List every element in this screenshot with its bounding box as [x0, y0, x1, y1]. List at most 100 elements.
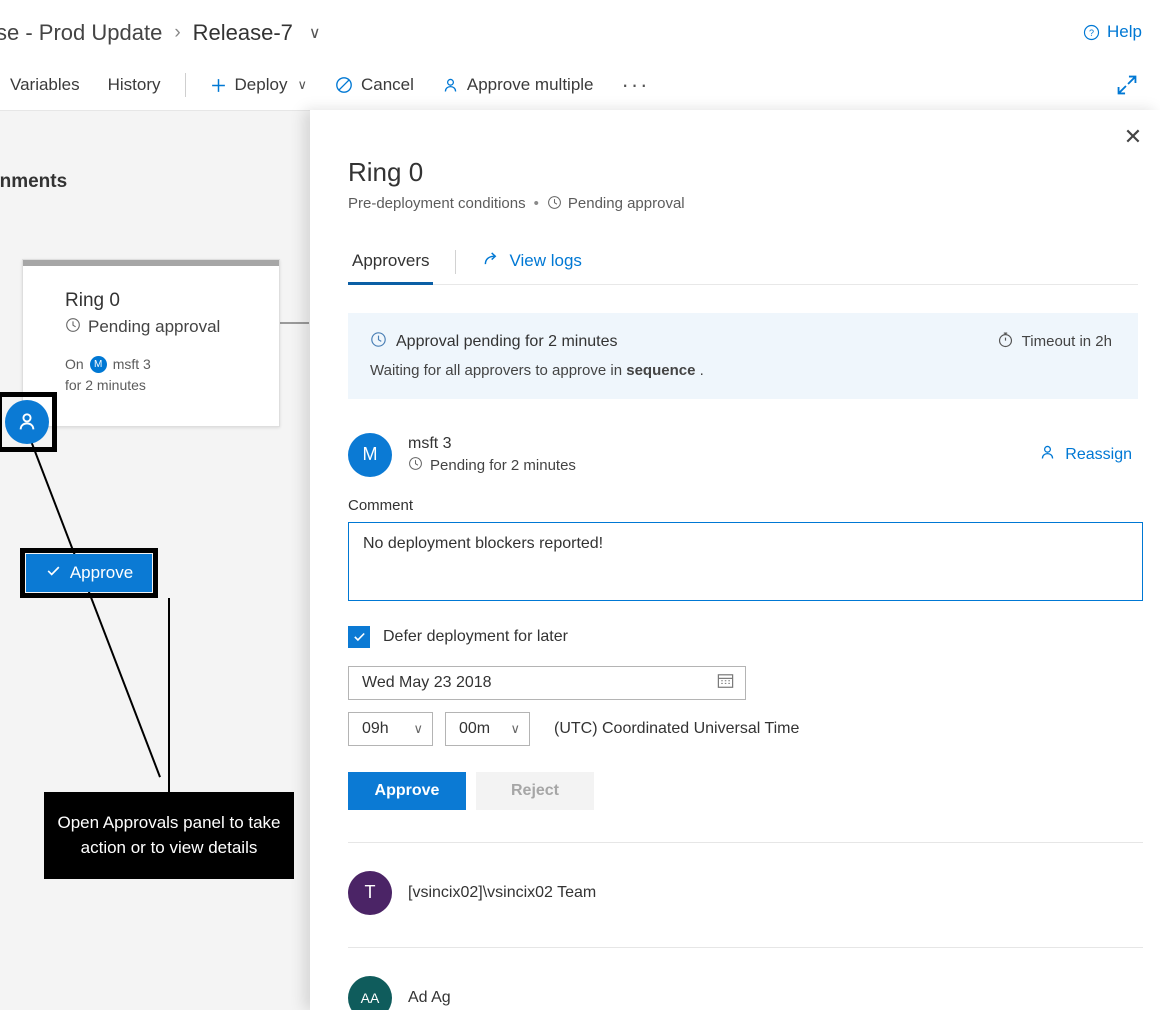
- annotation-callout: Open Approvals panel to take action or t…: [44, 792, 294, 879]
- timer-icon: [997, 331, 1014, 352]
- list-item[interactable]: AA Ad Ag: [348, 976, 1138, 1010]
- panel-tabs: Approvers View logs: [348, 242, 1138, 285]
- defer-deployment-row: Defer deployment for later: [348, 626, 1138, 648]
- tab-view-logs-label: View logs: [509, 251, 581, 271]
- comment-label: Comment: [348, 497, 1138, 514]
- reassign-label: Reassign: [1065, 446, 1132, 464]
- toolbar-label-cancel: Cancel: [361, 75, 414, 95]
- environment-card-ring-0[interactable]: Ring 0 Pending approval On M msft 3 for …: [22, 259, 280, 427]
- toolbar-divider: [185, 73, 186, 97]
- tab-view-logs[interactable]: View logs: [478, 242, 585, 284]
- clock-icon: [547, 195, 562, 212]
- approval-actions: Approve Reject: [348, 772, 1138, 810]
- reject-button[interactable]: Reject: [476, 772, 594, 810]
- defer-hour-value: 09h: [362, 720, 389, 738]
- svg-text:?: ?: [1089, 28, 1094, 38]
- breadcrumb-separator-icon: ›: [174, 22, 180, 44]
- clock-icon: [65, 317, 81, 338]
- approval-status-banner: Approval pending for 2 minutes Waiting f…: [348, 313, 1138, 399]
- stage-connector-line: [279, 322, 309, 324]
- person-icon: [442, 77, 459, 94]
- top-header: se - Prod Update › Release-7 ∨ ? Help: [0, 0, 1160, 60]
- help-button[interactable]: ? Help: [1083, 22, 1142, 42]
- approvers-divider: [348, 947, 1143, 948]
- toolbar-label-deploy: Deploy: [235, 75, 288, 95]
- question-circle-icon: ?: [1083, 24, 1100, 41]
- list-item[interactable]: T [vsincix02]\vsincix02 Team: [348, 871, 1138, 915]
- person-icon: [1039, 444, 1056, 466]
- defer-deployment-label: Defer deployment for later: [383, 628, 568, 646]
- chevron-down-icon[interactable]: ∨: [309, 23, 321, 43]
- avatar-initial: M: [363, 444, 378, 465]
- banner-headline: Approval pending for 2 minutes: [396, 333, 617, 351]
- environment-card-status: Pending approval: [65, 317, 279, 338]
- expand-diagonal-icon[interactable]: [1114, 72, 1140, 98]
- defer-deployment-checkbox[interactable]: [348, 626, 370, 648]
- annotation-leader-line-person: [30, 441, 161, 778]
- reassign-button[interactable]: Reassign: [1039, 444, 1138, 466]
- avatar: AA: [348, 976, 392, 1010]
- annotation-highlight-approve-button: [20, 548, 158, 598]
- banner-detail-suffix: .: [695, 362, 703, 379]
- avatar: M: [348, 433, 392, 477]
- environment-card-title: Ring 0: [65, 290, 279, 313]
- annotation-leader-line-approve: [168, 598, 170, 792]
- breadcrumb-current[interactable]: Release-7: [193, 20, 293, 46]
- approver-status-label: Pending for 2 minutes: [430, 457, 576, 474]
- panel-subtitle-status: Pending approval: [568, 195, 685, 212]
- toolbar-item-variables[interactable]: Variables: [0, 67, 94, 103]
- environment-card-status-label: Pending approval: [88, 317, 220, 337]
- clock-icon: [370, 331, 387, 353]
- tab-approvers-label: Approvers: [352, 251, 429, 270]
- help-label: Help: [1107, 22, 1142, 42]
- panel-subtitle: Pre-deployment conditions • Pending appr…: [348, 195, 1138, 212]
- environments-section-title: onments: [0, 171, 67, 193]
- annotation-highlight-person-badge: [0, 392, 57, 452]
- cancel-circle-icon: [335, 76, 353, 94]
- chevron-down-icon: ∨: [510, 721, 520, 737]
- defer-time-row: 09h ∨ 00m ∨ (UTC) Coordinated Universal …: [348, 712, 1138, 746]
- avatar: T: [348, 871, 392, 915]
- defer-minute-value: 00m: [459, 720, 490, 738]
- toolbar-overflow-button[interactable]: ···: [608, 72, 664, 98]
- tab-divider: [455, 250, 456, 274]
- toolbar-item-deploy[interactable]: Deploy ∨: [196, 67, 321, 103]
- close-icon[interactable]: ✕: [1118, 122, 1148, 152]
- panel-title: Ring 0: [348, 158, 1138, 187]
- avatar-initial: T: [365, 882, 376, 903]
- toolbar-item-history[interactable]: History: [94, 67, 175, 103]
- redo-arrow-icon: [482, 250, 500, 273]
- chevron-down-icon: ∨: [413, 721, 423, 737]
- toolbar-label-history: History: [108, 75, 161, 95]
- toolbar-label-variables: Variables: [10, 75, 80, 95]
- defer-minute-select[interactable]: 00m ∨: [445, 712, 530, 746]
- approvals-panel: ✕ Ring 0 Pre-deployment conditions • Pen…: [310, 110, 1160, 1010]
- defer-hour-select[interactable]: 09h ∨: [348, 712, 433, 746]
- defer-date-value: Wed May 23 2018: [362, 674, 492, 692]
- banner-detail-prefix: Waiting for all approvers to approve in: [370, 362, 626, 379]
- defer-date-input[interactable]: Wed May 23 2018: [348, 666, 746, 700]
- environment-card-meta-prefix: On: [65, 356, 84, 372]
- avatar: M: [90, 356, 107, 373]
- breadcrumb: se - Prod Update › Release-7 ∨: [0, 20, 321, 46]
- calendar-icon[interactable]: [716, 671, 735, 695]
- comment-input[interactable]: [348, 522, 1143, 601]
- toolbar-label-approve-multiple: Approve multiple: [467, 75, 594, 95]
- defer-timezone-label: (UTC) Coordinated Universal Time: [554, 720, 799, 738]
- banner-timeout: Timeout in 2h: [997, 331, 1118, 352]
- approvers-divider: [348, 842, 1143, 843]
- tab-approvers[interactable]: Approvers: [348, 243, 433, 285]
- environment-card-meta-user: msft 3: [113, 356, 151, 372]
- plus-icon: [210, 77, 227, 94]
- command-toolbar: Variables History Deploy ∨ Cancel Approv…: [0, 60, 1160, 110]
- banner-detail-emphasis: sequence: [626, 362, 695, 379]
- toolbar-item-cancel[interactable]: Cancel: [321, 67, 428, 103]
- banner-detail: Waiting for all approvers to approve in …: [370, 362, 704, 379]
- approver-status: Pending for 2 minutes: [408, 456, 576, 475]
- breadcrumb-root[interactable]: se - Prod Update: [0, 20, 162, 46]
- approver-name: [vsincix02]\vsincix02 Team: [408, 884, 596, 902]
- toolbar-item-approve-multiple[interactable]: Approve multiple: [428, 67, 608, 103]
- environment-card-meta-duration: for 2 minutes: [65, 377, 279, 393]
- approve-button[interactable]: Approve: [348, 772, 466, 810]
- banner-timeout-label: Timeout in 2h: [1022, 333, 1112, 350]
